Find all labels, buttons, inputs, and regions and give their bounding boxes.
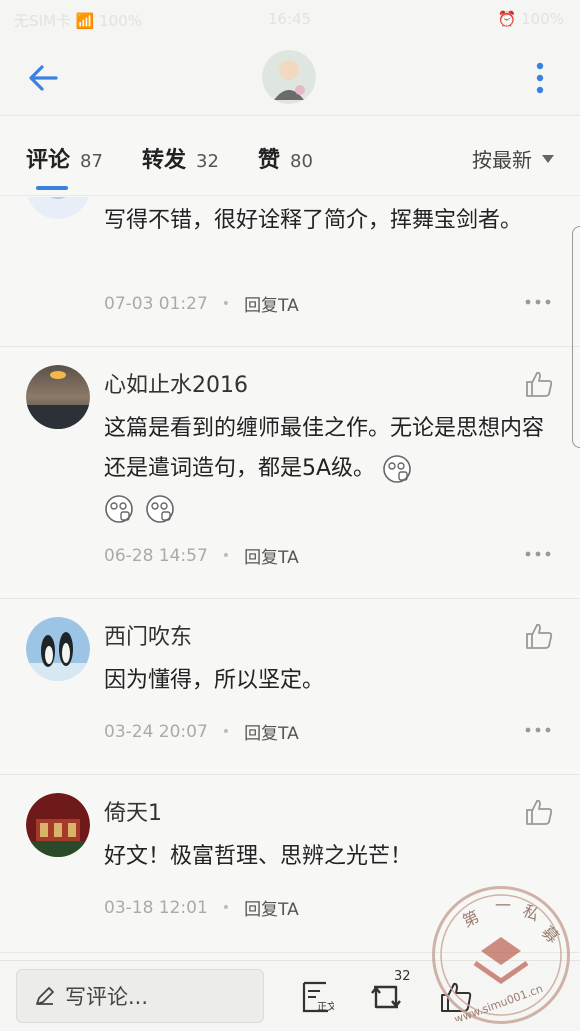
tab-likes-label: 赞 <box>258 148 281 173</box>
svg-text:一: 一 <box>495 896 511 915</box>
more-horizontal-icon[interactable] <box>524 725 552 735</box>
comment-text: 因为懂得，所以坚定。 <box>104 668 325 693</box>
status-right: ⏰ 100% <box>497 10 564 28</box>
commenter-avatar[interactable] <box>26 617 90 681</box>
thumbs-up-icon[interactable] <box>524 621 554 651</box>
reply-button[interactable]: 回复TA <box>244 543 299 568</box>
comment-meta: 03-24 20:07 • 回复TA <box>104 719 299 745</box>
svg-text:募: 募 <box>538 922 563 947</box>
status-time: 16:45 <box>268 10 312 28</box>
commenter-avatar[interactable] <box>26 793 90 857</box>
thumbs-up-icon[interactable] <box>524 797 554 827</box>
status-bar: 无SIM卡 📶 100% 16:45 ⏰ 100% <box>0 0 580 38</box>
commenter-name[interactable]: 心如止水2016 <box>104 367 248 399</box>
meta-separator: • <box>221 723 231 740</box>
reply-button[interactable]: 回复TA <box>244 895 299 920</box>
sort-label: 按最新 <box>472 148 532 172</box>
comment-text: 写得不错，很好诠释了简介，挥舞宝剑者。 <box>104 208 523 233</box>
active-tab-indicator <box>36 186 68 190</box>
comment-time: 06-28 14:57 <box>104 545 208 566</box>
watermark-seal: 第 一 私 募 www.simu001.cn <box>432 886 570 1026</box>
repost-count: 32 <box>394 969 411 984</box>
comment-text: 好文！极富哲理、思辨之光芒！ <box>104 844 413 869</box>
write-comment-input[interactable]: 写评论... <box>16 969 264 1023</box>
comment-item: 西门吹东 因为懂得，所以坚定。 03-24 20:07 • 回复TA <box>0 599 580 775</box>
commenter-name[interactable]: 西门吹东 <box>104 619 192 651</box>
comment-time: 03-24 20:07 <box>104 721 208 742</box>
comment-time: 03-18 12:01 <box>104 897 208 918</box>
view-original-icon[interactable]: 正文 <box>298 979 334 1015</box>
tab-reposts-label: 转发 <box>142 148 187 173</box>
status-left: 无SIM卡 📶 100% <box>14 12 142 30</box>
write-comment-label: 写评论... <box>65 985 149 1009</box>
comment-meta: 03-18 12:01 • 回复TA <box>104 895 299 921</box>
commenter-name[interactable]: 倚天1 <box>104 795 162 827</box>
author-avatar[interactable] <box>262 50 316 104</box>
caret-down-icon <box>542 154 554 163</box>
meta-separator: • <box>221 899 231 916</box>
commenter-avatar[interactable] <box>26 365 90 429</box>
comment-list[interactable]: 写得不错，很好诠释了简介，挥舞宝剑者。 07-03 01:27 • 回复TA 心… <box>0 197 580 960</box>
comment-text: 这篇是看到的缠师最佳之作。无论是思想内容还是遣词造句，都是5A级。 <box>104 409 544 529</box>
meta-separator: • <box>221 295 231 312</box>
tab-reposts-count: 32 <box>196 151 219 172</box>
back-arrow-icon <box>29 65 58 91</box>
more-horizontal-icon[interactable] <box>524 549 552 559</box>
thumbs-up-icon[interactable] <box>524 369 554 399</box>
reply-button[interactable]: 回复TA <box>244 719 299 744</box>
tab-likes-count: 80 <box>290 151 313 172</box>
back-button[interactable] <box>22 56 66 100</box>
comment-meta: 06-28 14:57 • 回复TA <box>104 543 299 569</box>
tab-comments[interactable]: 评论 87 <box>26 142 103 176</box>
svg-text:正文: 正文 <box>317 1000 334 1013</box>
sort-dropdown[interactable]: 按最新 <box>472 144 554 173</box>
comment-text-body: 这篇是看到的缠师最佳之作。无论是思想内容还是遣词造句，都是5A级。 <box>104 416 545 481</box>
tab-comments-count: 87 <box>80 151 103 172</box>
comment-meta: 07-03 01:27 • 回复TA <box>104 291 299 317</box>
commenter-avatar[interactable] <box>26 197 90 219</box>
svg-text:第: 第 <box>460 907 483 931</box>
svg-text:私: 私 <box>520 901 543 925</box>
tab-comments-label: 评论 <box>26 148 71 173</box>
tab-bar: 评论 87 转发 32 赞 80 按最新 <box>0 116 580 196</box>
comment-item: 写得不错，很好诠释了简介，挥舞宝剑者。 07-03 01:27 • 回复TA <box>0 197 580 347</box>
meta-separator: • <box>221 547 231 564</box>
top-nav-bar <box>0 38 580 116</box>
emoji-icon <box>146 495 174 523</box>
emoji-icon <box>105 495 133 523</box>
pencil-icon <box>36 987 54 1005</box>
tab-reposts[interactable]: 转发 32 <box>142 142 219 176</box>
more-horizontal-icon[interactable] <box>524 297 552 307</box>
emoji-icon <box>383 455 411 483</box>
comment-item: 心如止水2016 这篇是看到的缠师最佳之作。无论是思想内容还是遣词造句，都是5A… <box>0 347 580 599</box>
reply-button[interactable]: 回复TA <box>244 291 299 316</box>
watermark-logo: 第 一 私 募 www.simu001.cn <box>440 894 563 1026</box>
comment-time: 07-03 01:27 <box>104 293 208 314</box>
repost-icon[interactable] <box>368 979 404 1015</box>
scroll-indicator[interactable] <box>572 226 580 448</box>
more-vertical-icon <box>536 62 544 94</box>
tab-likes[interactable]: 赞 80 <box>258 142 313 176</box>
more-menu-button[interactable] <box>522 58 558 98</box>
